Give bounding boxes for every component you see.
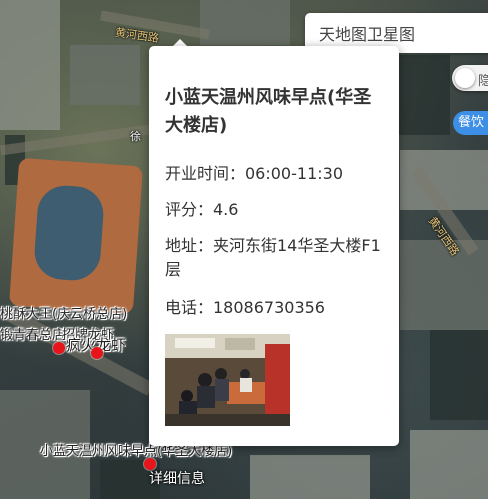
road-label: 徐 (130, 130, 141, 143)
phone: 电话：18086730356 (165, 298, 325, 317)
popup-title: 小蓝天温州风味早点(华圣大楼店) (165, 87, 372, 136)
info-popup: 小蓝天温州风味早点(华圣大楼店) 开业时间：06:00-11:30 评分：4.6… (149, 46, 399, 446)
detail-link[interactable]: 详细信息 (149, 468, 205, 488)
toggle-label: 隐 (478, 74, 488, 89)
poi-label[interactable]: 桃酥大王(庆云桥总店) (0, 303, 127, 322)
rating: 评分：4.6 (165, 200, 239, 219)
store-photo[interactable] (165, 334, 290, 426)
opening-hours: 开业时间：06:00-11:30 (165, 164, 343, 183)
map-marker[interactable] (53, 342, 65, 354)
poi-label[interactable]: 锻青春总店 (0, 324, 65, 343)
address: 地址：夹河东街14华圣大楼F1层 (165, 236, 381, 279)
toggle-knob[interactable] (455, 68, 475, 88)
category-button[interactable]: 餐饮 (453, 111, 488, 135)
map-marker[interactable] (91, 347, 103, 359)
football-pitch (32, 183, 106, 283)
map-layer-label: 天地图卫星图 (319, 25, 416, 44)
label-toggle[interactable]: 隐 (452, 65, 488, 91)
